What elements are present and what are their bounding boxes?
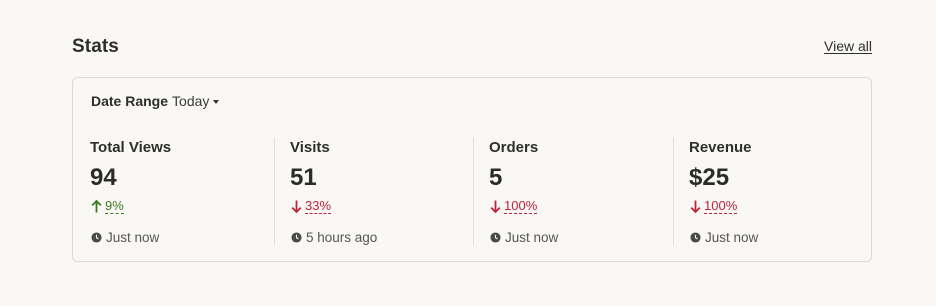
date-range-label: Date Range (91, 93, 169, 109)
stat-change-percent: 100% (704, 198, 738, 214)
stat-label: Total Views (90, 139, 172, 156)
stat-change: 33% (291, 198, 332, 214)
clock-icon (291, 232, 302, 243)
stat-change-percent: 9% (105, 198, 124, 214)
stat-change-percent: 100% (504, 198, 538, 214)
stat-change: 100% (690, 198, 738, 214)
stat-value: 94 (90, 164, 117, 191)
stat-updated: Just now (490, 230, 558, 245)
stat-value: $25 (689, 164, 730, 191)
stats-row: Total Views 94 9% Just now Visits 51 33%… (73, 138, 871, 245)
stat-orders: Orders 5 100% Just now (473, 138, 659, 245)
arrow-down-icon (490, 200, 501, 213)
stat-updated-text: Just now (106, 230, 160, 245)
clock-icon (91, 232, 102, 243)
page-title: Stats (72, 36, 119, 57)
stats-card: Date Range Today Total Views 94 9% Just … (72, 77, 872, 262)
stats-header: Stats View all (72, 35, 872, 61)
stat-label: Visits (290, 139, 330, 156)
stat-updated: 5 hours ago (291, 230, 377, 245)
stat-value: 5 (489, 164, 503, 191)
clock-icon (690, 232, 701, 243)
stat-updated-text: 5 hours ago (306, 230, 378, 245)
stat-updated-text: Just now (705, 230, 759, 245)
stat-change: 9% (91, 199, 124, 214)
stat-label: Revenue (689, 139, 752, 156)
stat-updated: Just now (690, 230, 758, 245)
stat-updated-text: Just now (505, 230, 559, 245)
stat-label: Orders (489, 139, 539, 156)
arrow-down-icon (690, 200, 701, 213)
caret-down-icon (213, 99, 220, 104)
view-all-link[interactable]: View all (824, 38, 872, 54)
stat-updated: Just now (91, 230, 159, 245)
stat-total-views: Total Views 94 9% Just now (90, 138, 260, 245)
arrow-up-icon (91, 200, 102, 213)
clock-icon (490, 232, 501, 243)
stat-revenue: Revenue $25 100% Just now (673, 138, 859, 245)
stat-change: 100% (490, 198, 538, 214)
date-range-dropdown[interactable]: Date Range Today (91, 93, 220, 109)
date-range-value: Today (172, 93, 210, 109)
stat-value: 51 (290, 164, 317, 191)
arrow-down-icon (291, 200, 302, 213)
stat-change-percent: 33% (305, 198, 332, 214)
stat-visits: Visits 51 33% 5 hours ago (274, 138, 460, 245)
stats-page: Stats View all Date Range Today Total Vi… (0, 0, 936, 306)
